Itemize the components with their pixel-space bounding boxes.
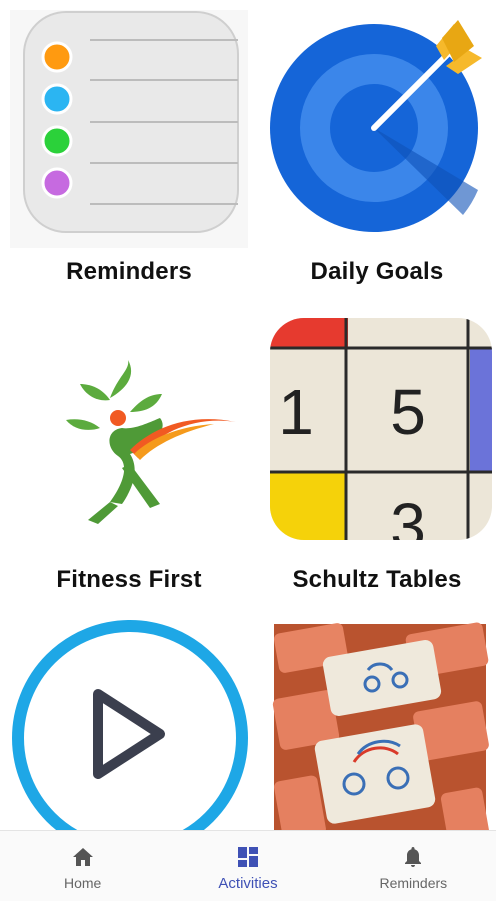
activity-title: Daily Goals: [310, 258, 444, 285]
schultz-number: 5: [390, 376, 426, 448]
dashboard-icon: [236, 845, 260, 869]
bottom-navigation: Home Activities Reminders: [0, 830, 496, 901]
reminders-list-icon: [10, 10, 248, 248]
activity-title: Reminders: [66, 258, 192, 285]
home-icon: [71, 845, 95, 869]
activities-grid: Reminders Daily Goals Fitness First 1 5 …: [0, 0, 496, 830]
memory-cards-icon: [258, 614, 496, 830]
nav-activities[interactable]: Activities: [165, 831, 330, 901]
nav-home-label: Home: [63, 875, 102, 891]
target-arrow-icon: [258, 10, 496, 248]
schultz-table-icon: 1 5 3: [258, 318, 496, 556]
nav-reminders[interactable]: Reminders: [331, 831, 496, 901]
activity-title: Schultz Tables: [292, 566, 462, 593]
schultz-number: 1: [278, 376, 314, 448]
fitness-figure-icon: [10, 318, 248, 556]
play-circle-icon: [10, 614, 248, 830]
activity-title: Fitness First: [56, 566, 202, 593]
schultz-number: 3: [390, 490, 426, 556]
nav-reminders-label: Reminders: [379, 875, 448, 891]
nav-activities-label: Activities: [218, 875, 278, 892]
bell-icon: [401, 845, 425, 869]
nav-home[interactable]: Home: [0, 831, 165, 901]
